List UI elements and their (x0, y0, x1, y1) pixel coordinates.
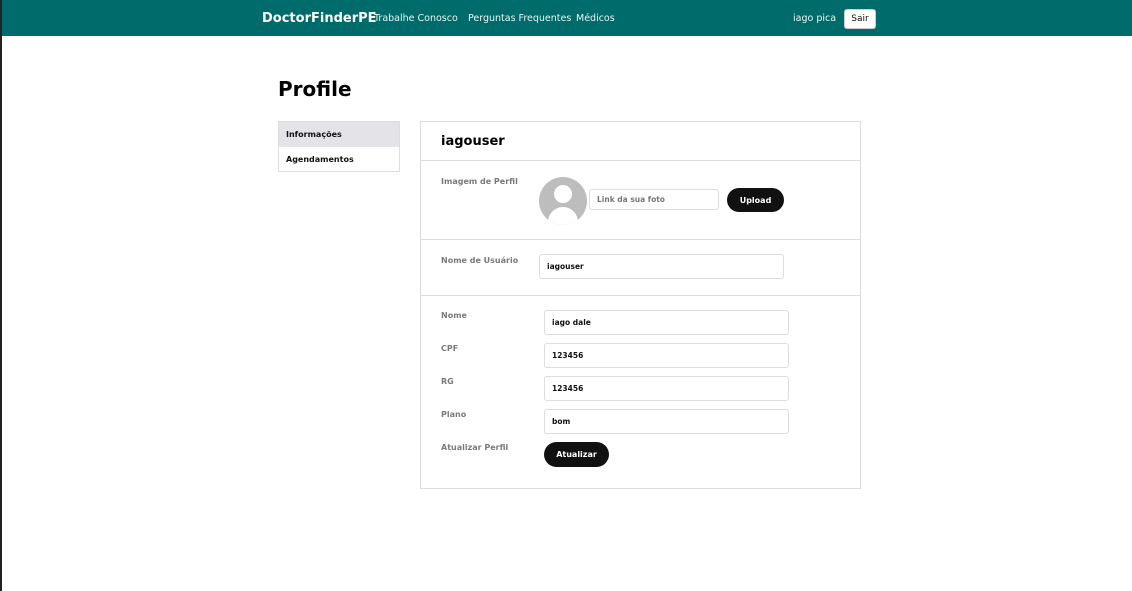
update-button[interactable]: Atualizar (544, 442, 609, 467)
cpf-input[interactable] (544, 343, 789, 368)
cpf-label: CPF (441, 344, 459, 353)
plano-label: Plano (441, 410, 467, 419)
card-title: iagouser (441, 134, 505, 149)
nav-link-trabalhe-conosco[interactable]: Trabalhe Conosco (374, 13, 458, 24)
profile-card: iagouser Imagem de Perfil Upload Nome de… (420, 121, 861, 489)
rg-label: RG (441, 377, 454, 386)
profile-image-label: Imagem de Perfil (441, 177, 518, 186)
nav-link-medicos[interactable]: Médicos (576, 13, 615, 24)
divider (421, 295, 860, 296)
username-input[interactable] (539, 254, 784, 279)
divider (421, 239, 860, 240)
page-title: Profile (278, 77, 352, 101)
plano-input[interactable] (544, 409, 789, 434)
brand-logo[interactable]: DoctorFinderPE (262, 11, 377, 26)
nome-label: Nome (441, 311, 467, 320)
user-name[interactable]: iago pica (793, 13, 836, 24)
photo-link-input[interactable] (589, 189, 719, 210)
logout-button[interactable]: Sair (844, 9, 876, 29)
avatar-icon (539, 177, 587, 225)
update-profile-label: Atualizar Perfil (441, 443, 509, 452)
card-header: iagouser (421, 122, 860, 161)
rg-input[interactable] (544, 376, 789, 401)
nav-link-perguntas-frequentes[interactable]: Perguntas Frequentes (468, 13, 571, 24)
upload-button[interactable]: Upload (727, 188, 784, 212)
username-label: Nome de Usuário (441, 256, 519, 265)
sidebar-item-informacoes[interactable]: Informações (279, 122, 399, 147)
sidebar-item-agendamentos[interactable]: Agendamentos (279, 147, 399, 172)
nome-input[interactable] (544, 310, 789, 335)
profile-sidebar: Informações Agendamentos (278, 121, 400, 172)
top-navbar: DoctorFinderPE Trabalhe Conosco Pergunta… (2, 0, 1132, 36)
